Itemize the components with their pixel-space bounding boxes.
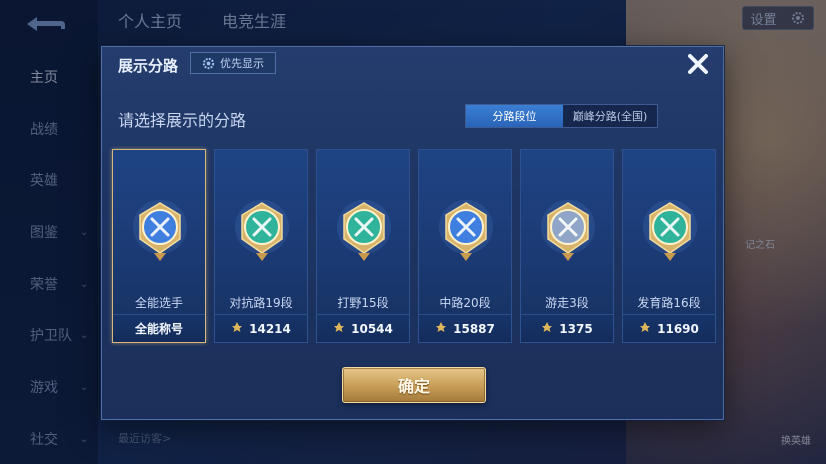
display-lane-dialog: 展示分路 优先显示 请选择展示的分路 分路段位 巅峰分路(全国) 全能选手全能称…: [101, 46, 724, 420]
lane-rank-label: 发育路16段: [637, 296, 701, 310]
lane-card[interactable]: 中路20段 15887: [418, 149, 512, 343]
lane-card[interactable]: 对抗路19段 14214: [214, 149, 308, 343]
all-round-title-label: 全能称号: [134, 322, 183, 336]
lane-card[interactable]: 打野15段 10544: [316, 149, 410, 343]
lane-card-footer: 14214: [215, 314, 307, 342]
priority-display-button[interactable]: 优先显示: [190, 52, 276, 74]
proficiency-points-value: 15887: [453, 321, 495, 336]
lane-card[interactable]: 全能选手 全能称号: [112, 149, 206, 343]
proficiency-points-value: 11690: [657, 321, 699, 336]
tab-lane-rank[interactable]: 分路段位: [466, 105, 563, 127]
proficiency-points-icon: [435, 321, 447, 336]
confirm-button[interactable]: 确定: [342, 367, 486, 403]
lane-rank-label: 打野15段: [337, 296, 389, 310]
gear-icon: [202, 57, 215, 69]
dialog-title: 展示分路: [118, 57, 179, 75]
proficiency-points-icon: [639, 321, 651, 336]
lane-rank-label: 中路20段: [439, 296, 491, 310]
proficiency-points-icon: [541, 321, 553, 336]
proficiency-points-icon: [333, 321, 345, 336]
all-round-emblem-icon: [130, 197, 190, 263]
lane-card-footer: 11690: [623, 314, 715, 342]
farm-lane-emblem-icon: [640, 197, 700, 263]
lane-card[interactable]: 游走3段 1375: [520, 149, 614, 343]
tab-peak-lane-national[interactable]: 巅峰分路(全国): [563, 105, 657, 127]
mid-lane-emblem-icon: [436, 197, 496, 263]
roam-emblem-icon: [538, 197, 598, 263]
clash-lane-emblem-icon: [232, 197, 292, 263]
proficiency-points-value: 10544: [351, 321, 393, 336]
proficiency-points-value: 1375: [559, 321, 593, 336]
lane-card[interactable]: 发育路16段 11690: [622, 149, 716, 343]
close-icon: [688, 54, 708, 74]
lane-rank-label: 全能选手: [134, 296, 183, 310]
proficiency-points-icon: [231, 321, 243, 336]
jungle-emblem-icon: [334, 197, 394, 263]
proficiency-points-value: 14214: [249, 321, 291, 336]
priority-display-label: 优先显示: [220, 57, 264, 70]
close-button[interactable]: [685, 51, 711, 77]
lane-card-footer: 10544: [317, 314, 409, 342]
lane-card-footer: 15887: [419, 314, 511, 342]
lane-mode-segmented-control: 分路段位 巅峰分路(全国): [465, 104, 658, 128]
lane-card-footer: 1375: [521, 314, 613, 342]
select-lane-prompt: 请选择展示的分路: [118, 111, 247, 130]
lane-card-footer: 全能称号: [113, 314, 205, 342]
lane-rank-label: 对抗路19段: [229, 296, 293, 310]
lane-rank-label: 游走3段: [545, 296, 589, 310]
